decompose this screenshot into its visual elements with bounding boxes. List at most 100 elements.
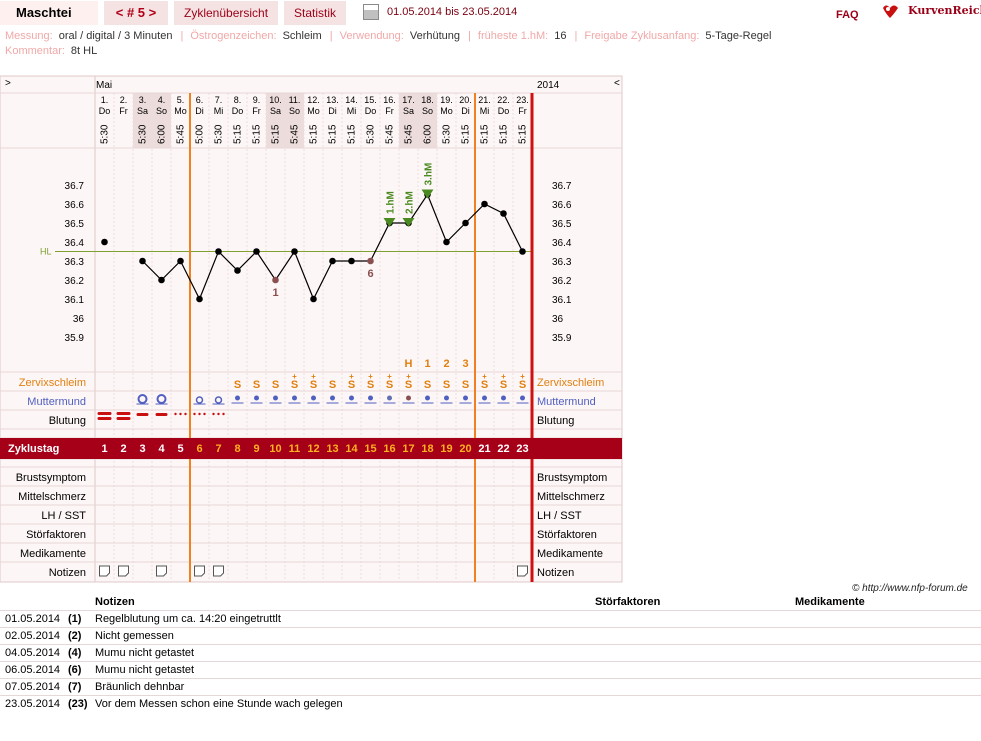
cervix-closed bbox=[254, 395, 259, 401]
notes-table: Notizen Störfaktoren Medikamente 01.05.2… bbox=[0, 595, 981, 712]
coverline-label: HL bbox=[40, 247, 52, 257]
weekday: Fr bbox=[252, 106, 261, 116]
temp-tick-right: 36.1 bbox=[552, 295, 572, 306]
note-day: (6) bbox=[68, 663, 82, 676]
cycle-day-number: 19 bbox=[440, 443, 452, 455]
weekday: Fr bbox=[385, 106, 394, 116]
weekday: Di bbox=[195, 106, 204, 116]
next-arrow[interactable]: < bbox=[614, 78, 620, 89]
day-number: 23. bbox=[516, 95, 529, 105]
note-day: (23) bbox=[68, 697, 88, 710]
day-number: 9. bbox=[253, 95, 261, 105]
measure-time: 6:00 bbox=[157, 124, 168, 144]
weekday: Mi bbox=[214, 106, 224, 116]
temperature-point bbox=[177, 257, 184, 265]
day-number: 14. bbox=[345, 95, 358, 105]
peak-count: 1 bbox=[424, 358, 430, 370]
note-icon[interactable] bbox=[156, 565, 167, 577]
notes-header-medikamente: Medikamente bbox=[795, 596, 865, 609]
cycle-day-number: 13 bbox=[326, 443, 338, 455]
temperature-point bbox=[101, 238, 108, 246]
weekday: Mo bbox=[174, 106, 187, 116]
mucus-plus: + bbox=[311, 372, 316, 381]
note-icon[interactable] bbox=[99, 565, 110, 577]
day-number: 13. bbox=[326, 95, 339, 105]
row-label-right-medi: Medikamente bbox=[537, 548, 603, 560]
month-label: Mai bbox=[96, 80, 112, 91]
note-icon[interactable] bbox=[194, 565, 205, 577]
cycle-day-number: 2 bbox=[120, 443, 126, 455]
bleeding-medium bbox=[136, 413, 149, 416]
mucus-plus: + bbox=[368, 372, 373, 381]
weekday: Do bbox=[99, 106, 111, 116]
cervix-closed bbox=[349, 395, 354, 401]
cycle-day-number: 10 bbox=[269, 443, 281, 455]
temp-tick-left: 36.3 bbox=[65, 257, 85, 268]
cycle-day-number: 21 bbox=[478, 443, 490, 455]
measure-time: 5:15 bbox=[461, 124, 472, 144]
peak-count: 3 bbox=[462, 358, 468, 370]
mucus-plus: + bbox=[349, 372, 354, 381]
note-text: Nicht gemessen bbox=[95, 626, 595, 644]
temperature-point bbox=[272, 276, 279, 284]
cervix-closed bbox=[311, 395, 316, 401]
row-label-medi: Medikamente bbox=[20, 548, 86, 560]
temperature-point bbox=[519, 248, 526, 255]
note-icon[interactable] bbox=[213, 565, 224, 577]
weekday: Do bbox=[232, 106, 244, 116]
weekday: Mo bbox=[440, 106, 453, 116]
note-day: (7) bbox=[68, 680, 82, 693]
cervix-closed bbox=[273, 395, 278, 401]
temperature-point bbox=[291, 248, 298, 255]
note-icon[interactable] bbox=[118, 565, 129, 577]
temperature-point bbox=[253, 248, 260, 255]
cycle-day-number: 18 bbox=[421, 443, 433, 455]
row-label-muttermund: Muttermund bbox=[27, 396, 86, 408]
measure-time: 5:30 bbox=[442, 124, 453, 144]
notes-row: 04.05.2014 (4) Mumu nicht getastet bbox=[0, 643, 981, 661]
weekday: Fr bbox=[119, 106, 128, 116]
measure-time: 5:15 bbox=[499, 124, 510, 144]
day-number: 2. bbox=[120, 95, 128, 105]
measure-time: 5:45 bbox=[385, 124, 396, 144]
bleeding-medium bbox=[155, 413, 168, 416]
measure-time: 5:30 bbox=[100, 124, 111, 144]
prev-arrow[interactable]: > bbox=[5, 78, 11, 89]
measure-time: 5:15 bbox=[309, 124, 320, 144]
temperature-point bbox=[158, 276, 165, 284]
cervix-closed bbox=[235, 395, 240, 401]
note-date-cell: 23.05.2014 (23) bbox=[0, 694, 95, 712]
day-number: 21. bbox=[478, 95, 491, 105]
measure-time: 5:45 bbox=[290, 124, 301, 144]
note-date-cell: 07.05.2014 (7) bbox=[0, 677, 95, 695]
mucus-plus: + bbox=[406, 372, 411, 381]
cycle-day-number: 9 bbox=[253, 443, 259, 455]
note-date-cell: 04.05.2014 (4) bbox=[0, 643, 95, 661]
measure-time: 5:15 bbox=[252, 124, 263, 144]
note-day: (2) bbox=[68, 629, 82, 642]
note-date: 04.05.2014 bbox=[5, 646, 61, 659]
row-label-blutung: Blutung bbox=[49, 415, 86, 427]
row-label-right-mittel: Mittelschmerz bbox=[537, 491, 605, 503]
row-label-stoer: Störfaktoren bbox=[26, 529, 86, 541]
cycle-day-number: 20 bbox=[459, 443, 471, 455]
note-text: Mumu nicht getastet bbox=[95, 660, 595, 678]
bleeding-spot bbox=[222, 412, 225, 416]
note-text: Vor dem Messen schon eine Stunde wach ge… bbox=[95, 694, 595, 712]
note-icon[interactable] bbox=[517, 565, 528, 577]
note-medikamente bbox=[795, 643, 981, 661]
notes-header-row: Notizen Störfaktoren Medikamente bbox=[0, 595, 981, 610]
mucus-plus: + bbox=[292, 372, 297, 381]
weekday: So bbox=[289, 106, 300, 116]
cycle-day-number: 1 bbox=[101, 443, 107, 455]
bleeding-spot bbox=[193, 412, 196, 416]
notes-row: 23.05.2014 (23) Vor dem Messen schon eine … bbox=[0, 694, 981, 712]
cycle-day-number: 17 bbox=[402, 443, 414, 455]
note-date: 06.05.2014 bbox=[5, 663, 61, 676]
mucus-plus: + bbox=[482, 372, 487, 381]
note-medikamente bbox=[795, 677, 981, 695]
day-number: 1. bbox=[101, 95, 109, 105]
day-number: 11. bbox=[289, 95, 301, 105]
hm-label: 1.hM bbox=[386, 191, 397, 214]
notes-header-stoerfaktoren: Störfaktoren bbox=[595, 596, 661, 609]
